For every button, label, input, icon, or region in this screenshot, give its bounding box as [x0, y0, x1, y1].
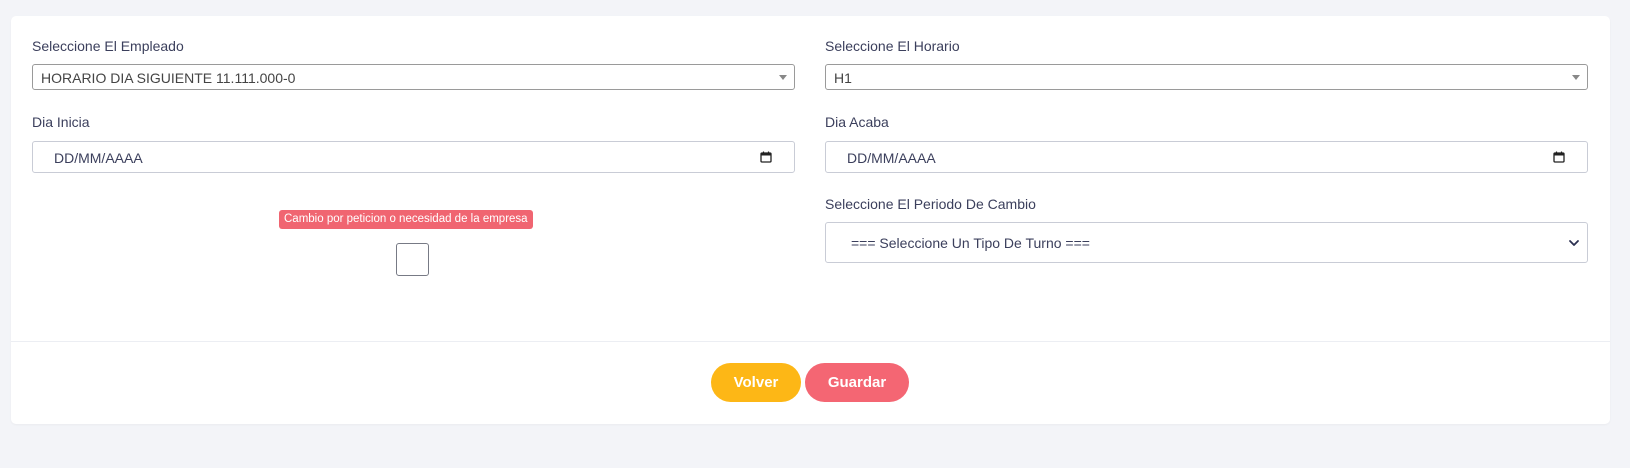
change-period-select-value: === Seleccione Un Tipo De Turno === [851, 235, 1090, 251]
end-day-placeholder: DD/MM/AAAA [847, 150, 936, 166]
end-day-label: Dia Acaba [825, 114, 889, 130]
footer-divider [11, 341, 1610, 342]
change-period-label: Seleccione El Periodo De Cambio [825, 196, 1036, 212]
schedule-select[interactable]: H1 [825, 64, 1588, 90]
end-day-input[interactable]: DD/MM/AAAA [825, 141, 1588, 173]
calendar-icon[interactable] [1553, 151, 1565, 163]
start-day-label: Dia Inicia [32, 114, 90, 130]
employee-select[interactable]: HORARIO DIA SIGUIENTE 11.111.000-0 [32, 64, 795, 90]
caret-down-icon [779, 75, 787, 80]
start-day-input[interactable]: DD/MM/AAAA [32, 141, 795, 173]
change-request-checkbox[interactable] [396, 243, 429, 276]
calendar-icon[interactable] [760, 151, 772, 163]
employee-select-value: HORARIO DIA SIGUIENTE 11.111.000-0 [41, 70, 296, 86]
change-period-select[interactable]: === Seleccione Un Tipo De Turno === [825, 222, 1588, 263]
start-day-placeholder: DD/MM/AAAA [54, 150, 143, 166]
caret-down-icon [1572, 75, 1580, 80]
chevron-down-icon [1569, 240, 1579, 246]
save-button[interactable]: Guardar [805, 363, 909, 402]
change-request-badge: Cambio por peticion o necesidad de la em… [279, 210, 533, 229]
schedule-select-value: H1 [834, 70, 852, 86]
back-button[interactable]: Volver [711, 363, 801, 402]
employee-label: Seleccione El Empleado [32, 38, 184, 54]
schedule-label: Seleccione El Horario [825, 38, 960, 54]
